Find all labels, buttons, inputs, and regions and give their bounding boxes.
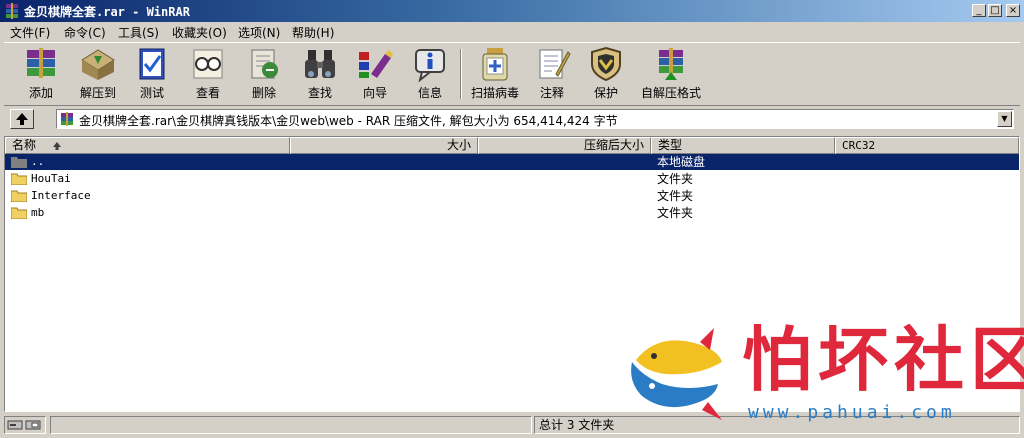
delete-icon	[251, 49, 278, 79]
find-button[interactable]: 查找	[296, 46, 344, 102]
column-packed-label: 压缩后大小	[583, 138, 644, 152]
test-button[interactable]: 测试	[128, 46, 176, 102]
view-button[interactable]: 查看	[184, 46, 232, 102]
toolbar: 添加 解压到 测试 查看 删除 查找 向导 信息 扫描病毒 注释 保护 自解压格…	[4, 42, 1020, 106]
menu-tools[interactable]: 工具(S)	[118, 24, 159, 41]
wizard-button[interactable]: 向导	[350, 46, 400, 102]
column-size-label: 大小	[446, 138, 471, 152]
path-field[interactable]: 金贝棋牌全套.rar\金贝棋牌真钱版本\金贝web\web - RAR 压缩文件…	[56, 109, 1014, 129]
extract-to-button[interactable]: 解压到	[70, 46, 126, 102]
column-header-crc32[interactable]: CRC32	[835, 137, 1019, 154]
column-type-label: 类型	[658, 138, 683, 152]
window-title: 金贝棋牌全套.rar - WinRAR	[24, 5, 190, 19]
drive-icon	[7, 420, 41, 430]
list-item-houtai[interactable]: HouTai 文件夹	[5, 171, 1019, 187]
item-type: 文件夹	[657, 189, 694, 203]
sfx-button[interactable]: 自解压格式	[634, 46, 708, 102]
menu-commands[interactable]: 命令(C)	[64, 24, 106, 41]
watermark: 怕坏社区 www.pahuai.com	[618, 322, 1024, 432]
path-dropdown-button[interactable]: ▼	[997, 111, 1012, 127]
list-item-mb[interactable]: mb 文件夹	[5, 205, 1019, 221]
item-name: ..	[31, 155, 45, 168]
watermark-url: www.pahuai.com	[748, 402, 956, 423]
comment-icon	[539, 49, 571, 79]
protect-label: 保护	[593, 86, 618, 100]
item-type: 文件夹	[657, 206, 694, 220]
view-icon	[193, 49, 223, 79]
wizard-label: 向导	[362, 86, 387, 100]
folder-icon	[11, 190, 27, 202]
item-name: Interface	[31, 189, 91, 202]
up-arrow-icon	[16, 113, 28, 125]
column-name-label: 名称	[12, 138, 37, 152]
minimize-button[interactable]: _	[972, 4, 986, 17]
find-binoculars-icon	[305, 50, 335, 78]
folder-icon	[11, 157, 27, 168]
close-button[interactable]: ×	[1006, 4, 1020, 17]
info-icon	[415, 49, 445, 82]
folder-icon	[11, 207, 27, 219]
protect-button[interactable]: 保护	[582, 46, 630, 102]
item-name: HouTai	[31, 172, 71, 185]
delete-label: 删除	[251, 86, 276, 100]
menu-help[interactable]: 帮助(H)	[292, 24, 334, 41]
add-label: 添加	[28, 86, 53, 100]
find-label: 查找	[307, 86, 332, 100]
watermark-text: 怕坏社区	[742, 318, 1024, 401]
protect-shield-icon	[591, 46, 621, 82]
virus-scan-button[interactable]: 扫描病毒	[466, 46, 524, 102]
up-folder-button[interactable]	[10, 109, 34, 129]
wizard-icon	[359, 50, 393, 78]
info-label: 信息	[417, 86, 442, 100]
archive-icon	[61, 112, 73, 126]
add-button[interactable]: 添加	[14, 46, 68, 102]
status-selection-panel	[50, 416, 532, 434]
column-header-type[interactable]: 类型	[651, 137, 835, 154]
test-icon	[139, 48, 165, 80]
menu-bar: 文件(F) 命令(C) 工具(S) 收藏夹(O) 选项(N) 帮助(H)	[0, 22, 1024, 40]
test-label: 测试	[139, 86, 164, 100]
add-archive-icon	[27, 48, 55, 78]
list-item-parent[interactable]: .. 本地磁盘	[5, 154, 1019, 170]
column-crc32-label: CRC32	[842, 139, 876, 152]
menu-options[interactable]: 选项(N)	[238, 24, 280, 41]
item-type: 本地磁盘	[657, 155, 706, 169]
address-bar: 金贝棋牌全套.rar\金贝棋牌真钱版本\金贝web\web - RAR 压缩文件…	[0, 106, 1024, 132]
column-header-packed[interactable]: 压缩后大小	[478, 137, 651, 154]
item-type: 文件夹	[657, 172, 694, 186]
folder-icon	[11, 173, 27, 185]
maximize-button[interactable]: □	[988, 4, 1002, 17]
toolbar-separator	[460, 49, 462, 99]
winrar-app-icon	[6, 3, 18, 19]
fish-logo-icon	[631, 328, 722, 420]
sfx-label: 自解压格式	[640, 86, 701, 100]
comment-button[interactable]: 注释	[528, 46, 576, 102]
title-bar: 金贝棋牌全套.rar - WinRAR _ □ ×	[0, 0, 1024, 22]
menu-file[interactable]: 文件(F)	[10, 24, 50, 41]
delete-button[interactable]: 删除	[240, 46, 288, 102]
sort-ascending-icon	[53, 142, 61, 150]
item-name: mb	[31, 206, 45, 219]
menu-favorites[interactable]: 收藏夹(O)	[172, 24, 227, 41]
info-button[interactable]: 信息	[406, 46, 454, 102]
status-summary-text: 总计 3 文件夹	[539, 418, 615, 432]
comment-label: 注释	[539, 86, 564, 100]
extract-to-icon	[81, 49, 115, 80]
view-label: 查看	[195, 86, 220, 100]
column-header-name[interactable]: 名称	[5, 137, 290, 154]
extract-to-label: 解压到	[79, 86, 116, 100]
list-item-interface[interactable]: Interface 文件夹	[5, 188, 1019, 204]
path-text: 金贝棋牌全套.rar\金贝棋牌真钱版本\金贝web\web - RAR 压缩文件…	[79, 114, 618, 128]
column-header-size[interactable]: 大小	[290, 137, 478, 154]
virus-scan-icon	[482, 48, 508, 81]
virus-scan-label: 扫描病毒	[470, 86, 519, 100]
status-drive-panel[interactable]	[4, 416, 46, 434]
sfx-icon	[659, 48, 683, 80]
